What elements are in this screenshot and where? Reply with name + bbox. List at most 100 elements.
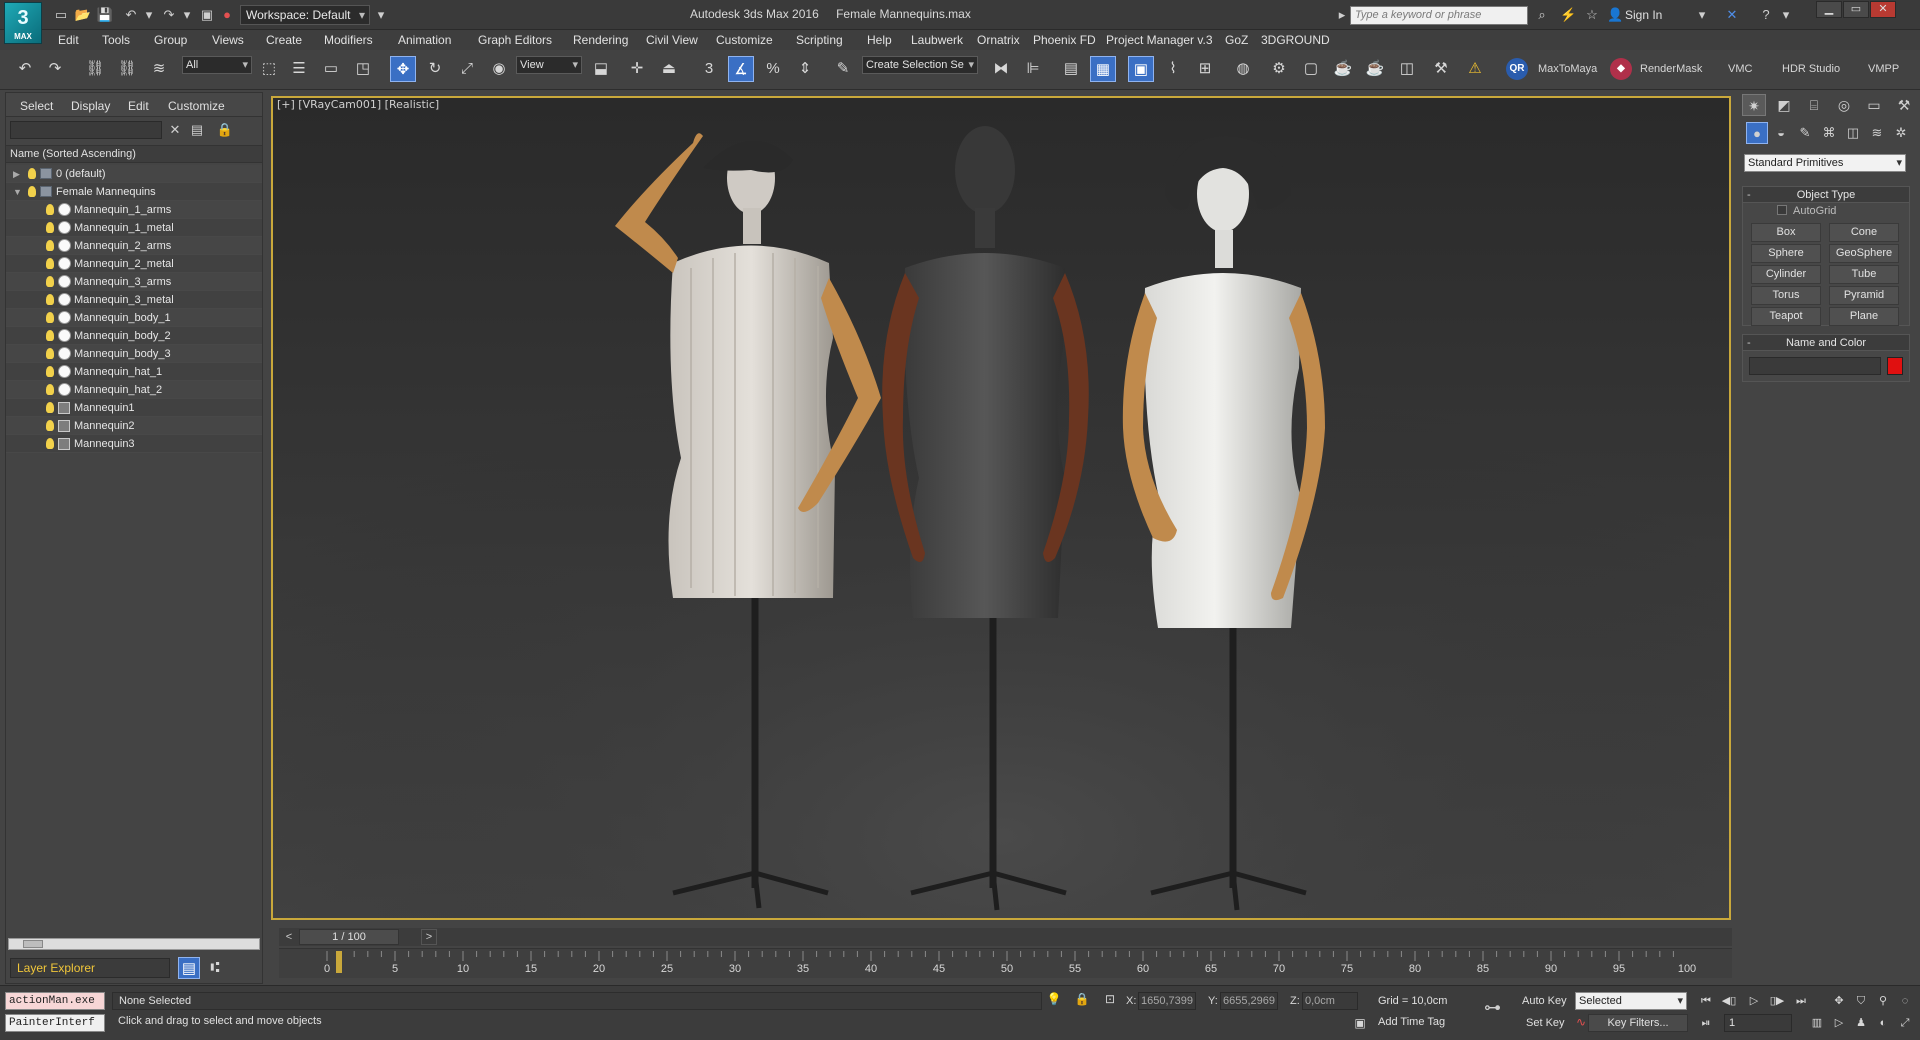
scene-tree-row[interactable]: Mannequin_body_3: [6, 345, 262, 363]
object-type-title[interactable]: - Object Type: [1743, 187, 1909, 203]
systems-category-icon[interactable]: ✲: [1890, 122, 1912, 144]
explorer-options-icon[interactable]: ▤: [188, 121, 206, 139]
visibility-bulb-icon[interactable]: [46, 240, 54, 251]
scene-tree-row[interactable]: Mannequin_1_arms: [6, 201, 262, 219]
maxscript-listener-output[interactable]: actionMan.exe: [5, 992, 105, 1010]
current-frame-field[interactable]: 1: [1724, 1014, 1792, 1032]
menu-create[interactable]: Create: [266, 33, 302, 47]
sphere-button[interactable]: Sphere: [1751, 244, 1821, 263]
cylinder-button[interactable]: Cylinder: [1751, 265, 1821, 284]
clear-filter-icon[interactable]: ✕: [166, 121, 184, 139]
viewport-label[interactable]: [+] [VRayCam001] [Realistic]: [277, 98, 439, 111]
vmc-button[interactable]: VMC: [1728, 63, 1752, 75]
select-and-move-icon[interactable]: ✥: [390, 56, 416, 82]
hdr-studio-button[interactable]: HDR Studio: [1782, 63, 1840, 75]
visibility-bulb-icon[interactable]: [46, 438, 54, 449]
zoom-icon[interactable]: ⚲: [1874, 992, 1892, 1010]
menu-group[interactable]: Group: [154, 33, 187, 47]
scene-tree-row[interactable]: Mannequin_hat_1: [6, 363, 262, 381]
utilities-tab-icon[interactable]: ⚒: [1892, 94, 1916, 116]
walk-through-icon[interactable]: ♟: [1852, 1014, 1870, 1032]
activeshade-icon[interactable]: ◫: [1394, 56, 1420, 82]
scene-tree-row[interactable]: Mannequin_hat_2: [6, 381, 262, 399]
rendermask-icon[interactable]: ◆: [1610, 58, 1632, 80]
orbit-icon[interactable]: ◌: [1896, 992, 1914, 1010]
modify-tab-icon[interactable]: ◩: [1772, 94, 1796, 116]
menu-modifiers[interactable]: Modifiers: [324, 33, 373, 47]
layer-manager-icon[interactable]: ▤: [1058, 56, 1084, 82]
box-button[interactable]: Box: [1751, 223, 1821, 242]
primitive-category-select[interactable]: Standard Primitives: [1744, 154, 1906, 172]
time-cursor[interactable]: [336, 951, 342, 973]
menu-rendering[interactable]: Rendering: [573, 33, 628, 47]
visibility-bulb-icon[interactable]: [46, 366, 54, 377]
next-frame-button[interactable]: >: [421, 929, 437, 945]
maxscript-listener-input[interactable]: PainterInterf: [5, 1014, 105, 1032]
explorer-tab-display[interactable]: Display: [71, 99, 110, 113]
tree-expander-icon[interactable]: ▶: [13, 165, 20, 183]
undo-icon[interactable]: ↶: [122, 6, 140, 24]
visibility-bulb-icon[interactable]: [46, 330, 54, 341]
render-setup-icon[interactable]: ⚙: [1266, 56, 1292, 82]
scene-tree-row[interactable]: ▶ 0 (default): [6, 165, 262, 183]
perspective-viewport[interactable]: [+] [VRayCam001] [Realistic]: [271, 96, 1731, 920]
select-and-rotate-icon[interactable]: ↻: [422, 56, 448, 82]
orbit-camera-icon[interactable]: ◐: [1874, 1014, 1892, 1032]
maxtomaya-button[interactable]: MaxToMaya: [1538, 63, 1597, 75]
set-key-icon[interactable]: ⊶: [1484, 998, 1501, 1018]
menu-laubwerk[interactable]: Laubwerk: [911, 33, 963, 47]
save-file-icon[interactable]: 💾: [96, 6, 114, 24]
next-key-icon[interactable]: ▯▶: [1768, 992, 1786, 1010]
new-scene-icon[interactable]: ▭: [52, 6, 70, 24]
scene-tree-row[interactable]: Mannequin_2_arms: [6, 237, 262, 255]
tube-button[interactable]: Tube: [1829, 265, 1899, 284]
pan-view-icon[interactable]: ✥: [1830, 992, 1848, 1010]
isolate-selection-icon[interactable]: 💡: [1044, 988, 1064, 1010]
key-filters-button[interactable]: Key Filters...: [1588, 1014, 1688, 1032]
time-slider-thumb[interactable]: 1 / 100: [299, 929, 399, 945]
scene-explorer-icon[interactable]: ▦: [1090, 56, 1116, 82]
teapot-button[interactable]: Teapot: [1751, 307, 1821, 326]
scene-tree-row[interactable]: Mannequin_3_arms: [6, 273, 262, 291]
warning-icon[interactable]: ⚠: [1462, 56, 1488, 82]
render-iterative-icon[interactable]: ☕: [1362, 56, 1388, 82]
angle-snap-icon[interactable]: ∡: [728, 56, 754, 82]
undo-icon[interactable]: ↶: [12, 56, 38, 82]
time-tag-icon[interactable]: ▣: [1350, 1012, 1370, 1034]
menu-goz[interactable]: GoZ: [1225, 33, 1248, 47]
redo-icon[interactable]: ↷: [42, 56, 68, 82]
visibility-bulb-icon[interactable]: [46, 204, 54, 215]
field-of-view-icon[interactable]: ▷: [1830, 1014, 1848, 1032]
percent-snap-icon[interactable]: %: [760, 56, 786, 82]
scene-tree-row[interactable]: Mannequin_body_2: [6, 327, 262, 345]
spinner-snap-icon[interactable]: ⇕: [792, 56, 818, 82]
selection-lock-icon[interactable]: 🔒: [1072, 988, 1092, 1010]
pyramid-button[interactable]: Pyramid: [1829, 286, 1899, 305]
cone-button[interactable]: Cone: [1829, 223, 1899, 242]
autogrid-checkbox[interactable]: AutoGrid: [1777, 205, 1836, 217]
geosphere-button[interactable]: GeoSphere: [1829, 244, 1899, 263]
menu-customize[interactable]: Customize: [716, 33, 773, 47]
maximize-viewport-icon[interactable]: ⤢: [1896, 1014, 1914, 1032]
search-input[interactable]: Type a keyword or phrase: [1350, 6, 1528, 25]
visibility-bulb-icon[interactable]: [46, 222, 54, 233]
y-coordinate-field[interactable]: 6655,2969: [1220, 992, 1278, 1010]
auto-key-button[interactable]: Auto Key: [1522, 995, 1567, 1007]
window-crossing-icon[interactable]: ◳: [350, 56, 376, 82]
key-set-select[interactable]: Selected: [1575, 992, 1687, 1010]
menu-project-manager[interactable]: Project Manager v.3: [1106, 33, 1213, 47]
name-and-color-title[interactable]: - Name and Color: [1743, 335, 1909, 351]
rendermask-button[interactable]: RenderMask: [1640, 63, 1702, 75]
named-selection-sets-select[interactable]: Create Selection Se: [862, 56, 978, 74]
curve-editor-icon[interactable]: ⌇: [1160, 56, 1186, 82]
scene-tree-row[interactable]: Mannequin_2_metal: [6, 255, 262, 273]
rollout-collapse-icon[interactable]: -: [1747, 187, 1751, 203]
subscription-center-icon[interactable]: ⚡: [1560, 7, 1576, 23]
sign-in-dropdown-icon[interactable]: ▾: [1694, 7, 1710, 23]
bind-to-space-warp-icon[interactable]: ≋: [146, 56, 172, 82]
menu-3dground[interactable]: 3DGROUND: [1261, 33, 1330, 47]
redo-icon[interactable]: ↷: [160, 6, 178, 24]
align-icon[interactable]: ⊫: [1020, 56, 1046, 82]
exchange-apps-icon[interactable]: ✕: [1724, 7, 1740, 23]
helpers-category-icon[interactable]: ◫: [1842, 122, 1864, 144]
